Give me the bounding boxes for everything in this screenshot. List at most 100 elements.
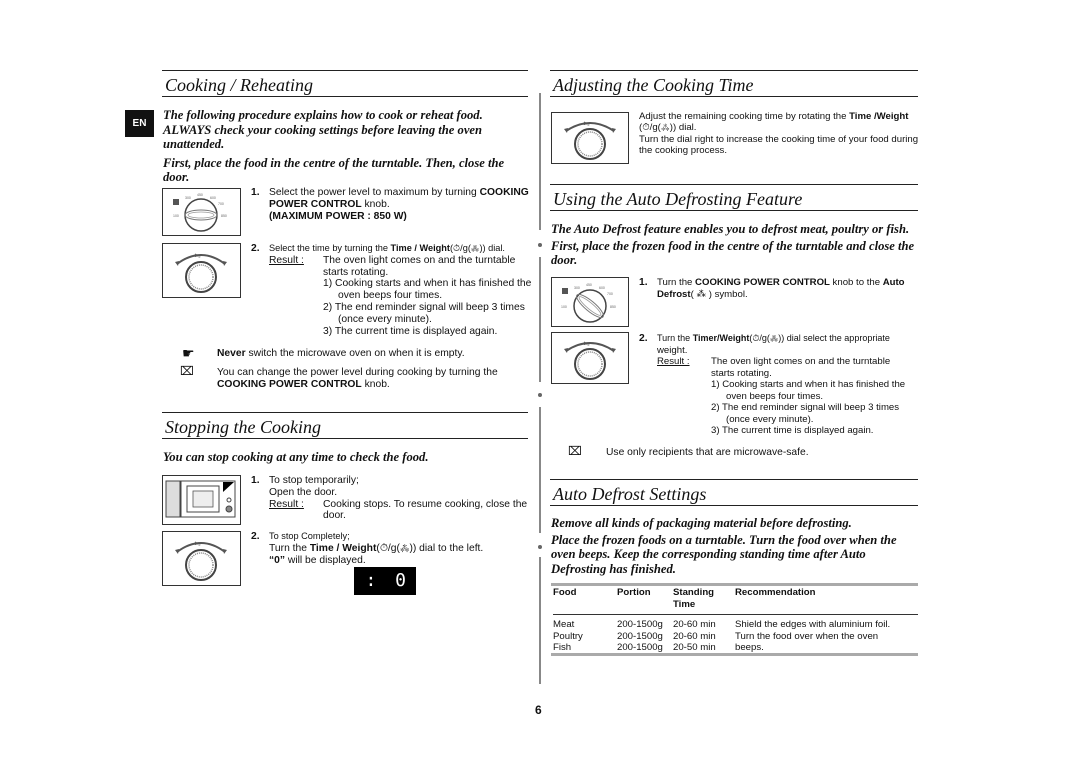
binding-dot: [538, 393, 542, 397]
table-row: Fish 200-1500g 20-50 min beeps.: [553, 642, 918, 654]
step-text-bold: “0”: [269, 554, 286, 566]
step-text-bold: COOKING POWER CONTROL: [695, 277, 830, 288]
step-text: To stop Completely;: [269, 531, 350, 541]
section-title-defrost-settings: Auto Defrost Settings: [550, 479, 918, 506]
display-readout: : 0: [365, 570, 410, 591]
svg-text:⏱/g: ⏱/g: [583, 121, 589, 126]
cell-standing-time: 20-50 min: [673, 642, 716, 653]
result-sub-item: oven beeps four times.: [338, 290, 443, 302]
adjust-text: the cooking process.: [639, 144, 727, 156]
note-line: You can change the power level during co…: [217, 367, 498, 378]
section-title-adjusting: Adjusting the Cooking Time: [550, 70, 918, 97]
time-dial-illustration-defrost: ⏱/g: [551, 332, 629, 384]
step-text: (⏱/g(⁂)) dial.: [449, 243, 505, 253]
svg-text:850: 850: [610, 305, 616, 309]
step-text: Turn the: [269, 542, 310, 554]
svg-text:⏱/g: ⏱/g: [194, 253, 200, 258]
step-text: Turn the: [657, 333, 693, 343]
header-text: Time: [673, 598, 696, 610]
table-bottom-rule: [551, 653, 918, 656]
cell-food: Poultry: [553, 630, 583, 642]
time-dial-icon: ⏱/g: [564, 341, 616, 380]
adjust-text: (⏱/g(⁂)) dial.: [639, 122, 697, 134]
cooking-intro: The following procedure explains how to …: [163, 108, 533, 185]
note-icon: ⌧: [568, 444, 582, 458]
svg-text:600: 600: [210, 196, 216, 200]
step-number: 2.: [639, 333, 648, 344]
auto-defrost-lead: The Auto Defrost feature enables you to …: [551, 222, 926, 268]
defrost-note-text: Use only recipients that are microwave-s…: [606, 447, 809, 458]
time-dial-icon: ⏱/g: [175, 541, 227, 581]
table-top-rule: [551, 583, 918, 586]
intro-line: The following procedure explains how to …: [163, 108, 483, 122]
cell-food: Meat: [553, 619, 575, 630]
result-sub-item: (once every minute).: [726, 413, 814, 425]
result-sub-item: (once every minute).: [338, 313, 432, 325]
step-text: weight.: [657, 344, 688, 356]
note-text: You can change the power level during co…: [217, 367, 532, 391]
result-sub-item: 1) Cooking starts and when it has finish…: [323, 278, 532, 290]
defrost-settings-lead: Remove all kinds of packaging material b…: [551, 516, 926, 576]
column-header-portion: Portion: [617, 587, 651, 598]
warning-body: switch the microwave oven on when it is …: [245, 348, 465, 359]
cell-standing-time: 20-60 min: [673, 619, 716, 630]
time-dial-icon: ⏱/g: [564, 121, 616, 160]
cooking-step1-text: Select the power level to maximum by tur…: [269, 187, 531, 222]
svg-text:300: 300: [185, 196, 191, 200]
step-number: 1.: [251, 475, 260, 486]
result-sub-item: 2) The end reminder signal will beep 3 t…: [323, 301, 525, 313]
table-row: Meat 200-1500g 20-60 min Shield the edge…: [553, 619, 918, 631]
result-text: Cooking stops. To resume cooking, close …: [323, 498, 528, 510]
cell-portion: 200-1500g: [617, 630, 663, 642]
adjust-text: Turn the dial right to increase the cook…: [639, 133, 919, 145]
result-sub-item: 3) The current time is displayed again.: [711, 425, 874, 436]
note-icon: ⌧: [180, 364, 194, 378]
binding-line: [539, 93, 541, 230]
binding-line: [539, 407, 541, 533]
cell-standing-time: 20-60 min: [673, 630, 716, 642]
defrost-settings-table: Food Portion Standing Time Recommendatio…: [553, 587, 918, 654]
svg-text:600: 600: [599, 286, 605, 290]
lead-line: oven beeps. Keep the corresponding stand…: [551, 547, 866, 562]
column-header-recommendation: Recommendation: [735, 587, 816, 598]
lead-line: Defrosting has finished.: [551, 561, 676, 576]
result-text: The oven light comes on and the turntabl…: [711, 356, 891, 367]
defrost-step1-text: Turn the COOKING POWER CONTROL knob to t…: [657, 277, 927, 301]
defrost-step2-text: Turn the Timer/Weight(⏱/g(⁂)) dial selec…: [657, 333, 929, 437]
note-bold: COOKING POWER CONTROL: [217, 378, 362, 390]
lead-line: The Auto Defrost feature enables you to …: [551, 222, 910, 236]
result-sub-item: oven beeps four times.: [726, 390, 824, 402]
time-dial-illustration: ⏱/g: [162, 243, 241, 298]
step-text-bold: POWER CONTROL: [269, 198, 362, 210]
binding-dot: [538, 243, 542, 247]
binding-line: [539, 257, 541, 382]
power-knob-icon: 100 850 450 300 600 700: [173, 193, 227, 232]
cell-recommendation: Turn the food over when the oven: [735, 630, 879, 642]
svg-text:450: 450: [586, 283, 592, 287]
result-label: Result :: [269, 254, 304, 266]
microwave-open-door-icon: [165, 480, 236, 518]
result-sub-item: 2) The end reminder signal will beep 3 t…: [711, 402, 900, 413]
table-row: Poultry 200-1500g 20-60 min Turn the foo…: [553, 631, 918, 643]
column-header-standing-time: Standing Time: [673, 587, 735, 610]
step-number: 1.: [639, 277, 648, 288]
result-label: Result :: [269, 498, 304, 510]
binding-line: [539, 557, 541, 684]
binding-dot: [538, 545, 542, 549]
stopping-step2-text: To stop Completely; Turn the Time / Weig…: [269, 531, 531, 566]
step-number: 1.: [251, 187, 260, 198]
svg-text:700: 700: [607, 292, 613, 296]
result-sub-item: 1) Cooking starts and when it has finish…: [711, 379, 906, 390]
svg-text:⏱/g: ⏱/g: [583, 341, 589, 346]
result-text: starts rotating.: [711, 367, 772, 379]
step-number: 2.: [251, 531, 260, 542]
intro-line: unattended.: [163, 137, 225, 152]
result-text: The oven light comes on and the turntabl…: [323, 254, 516, 266]
svg-text:100: 100: [561, 305, 567, 309]
warning-bold: Never: [217, 348, 246, 359]
step-text: To stop temporarily;: [269, 475, 359, 486]
step-text: will be displayed.: [285, 554, 366, 566]
stopping-step1-text: To stop temporarily; Open the door. Resu…: [269, 475, 531, 522]
time-dial-illustration-adjust: ⏱/g: [551, 112, 629, 164]
result-text: door.: [323, 510, 346, 522]
